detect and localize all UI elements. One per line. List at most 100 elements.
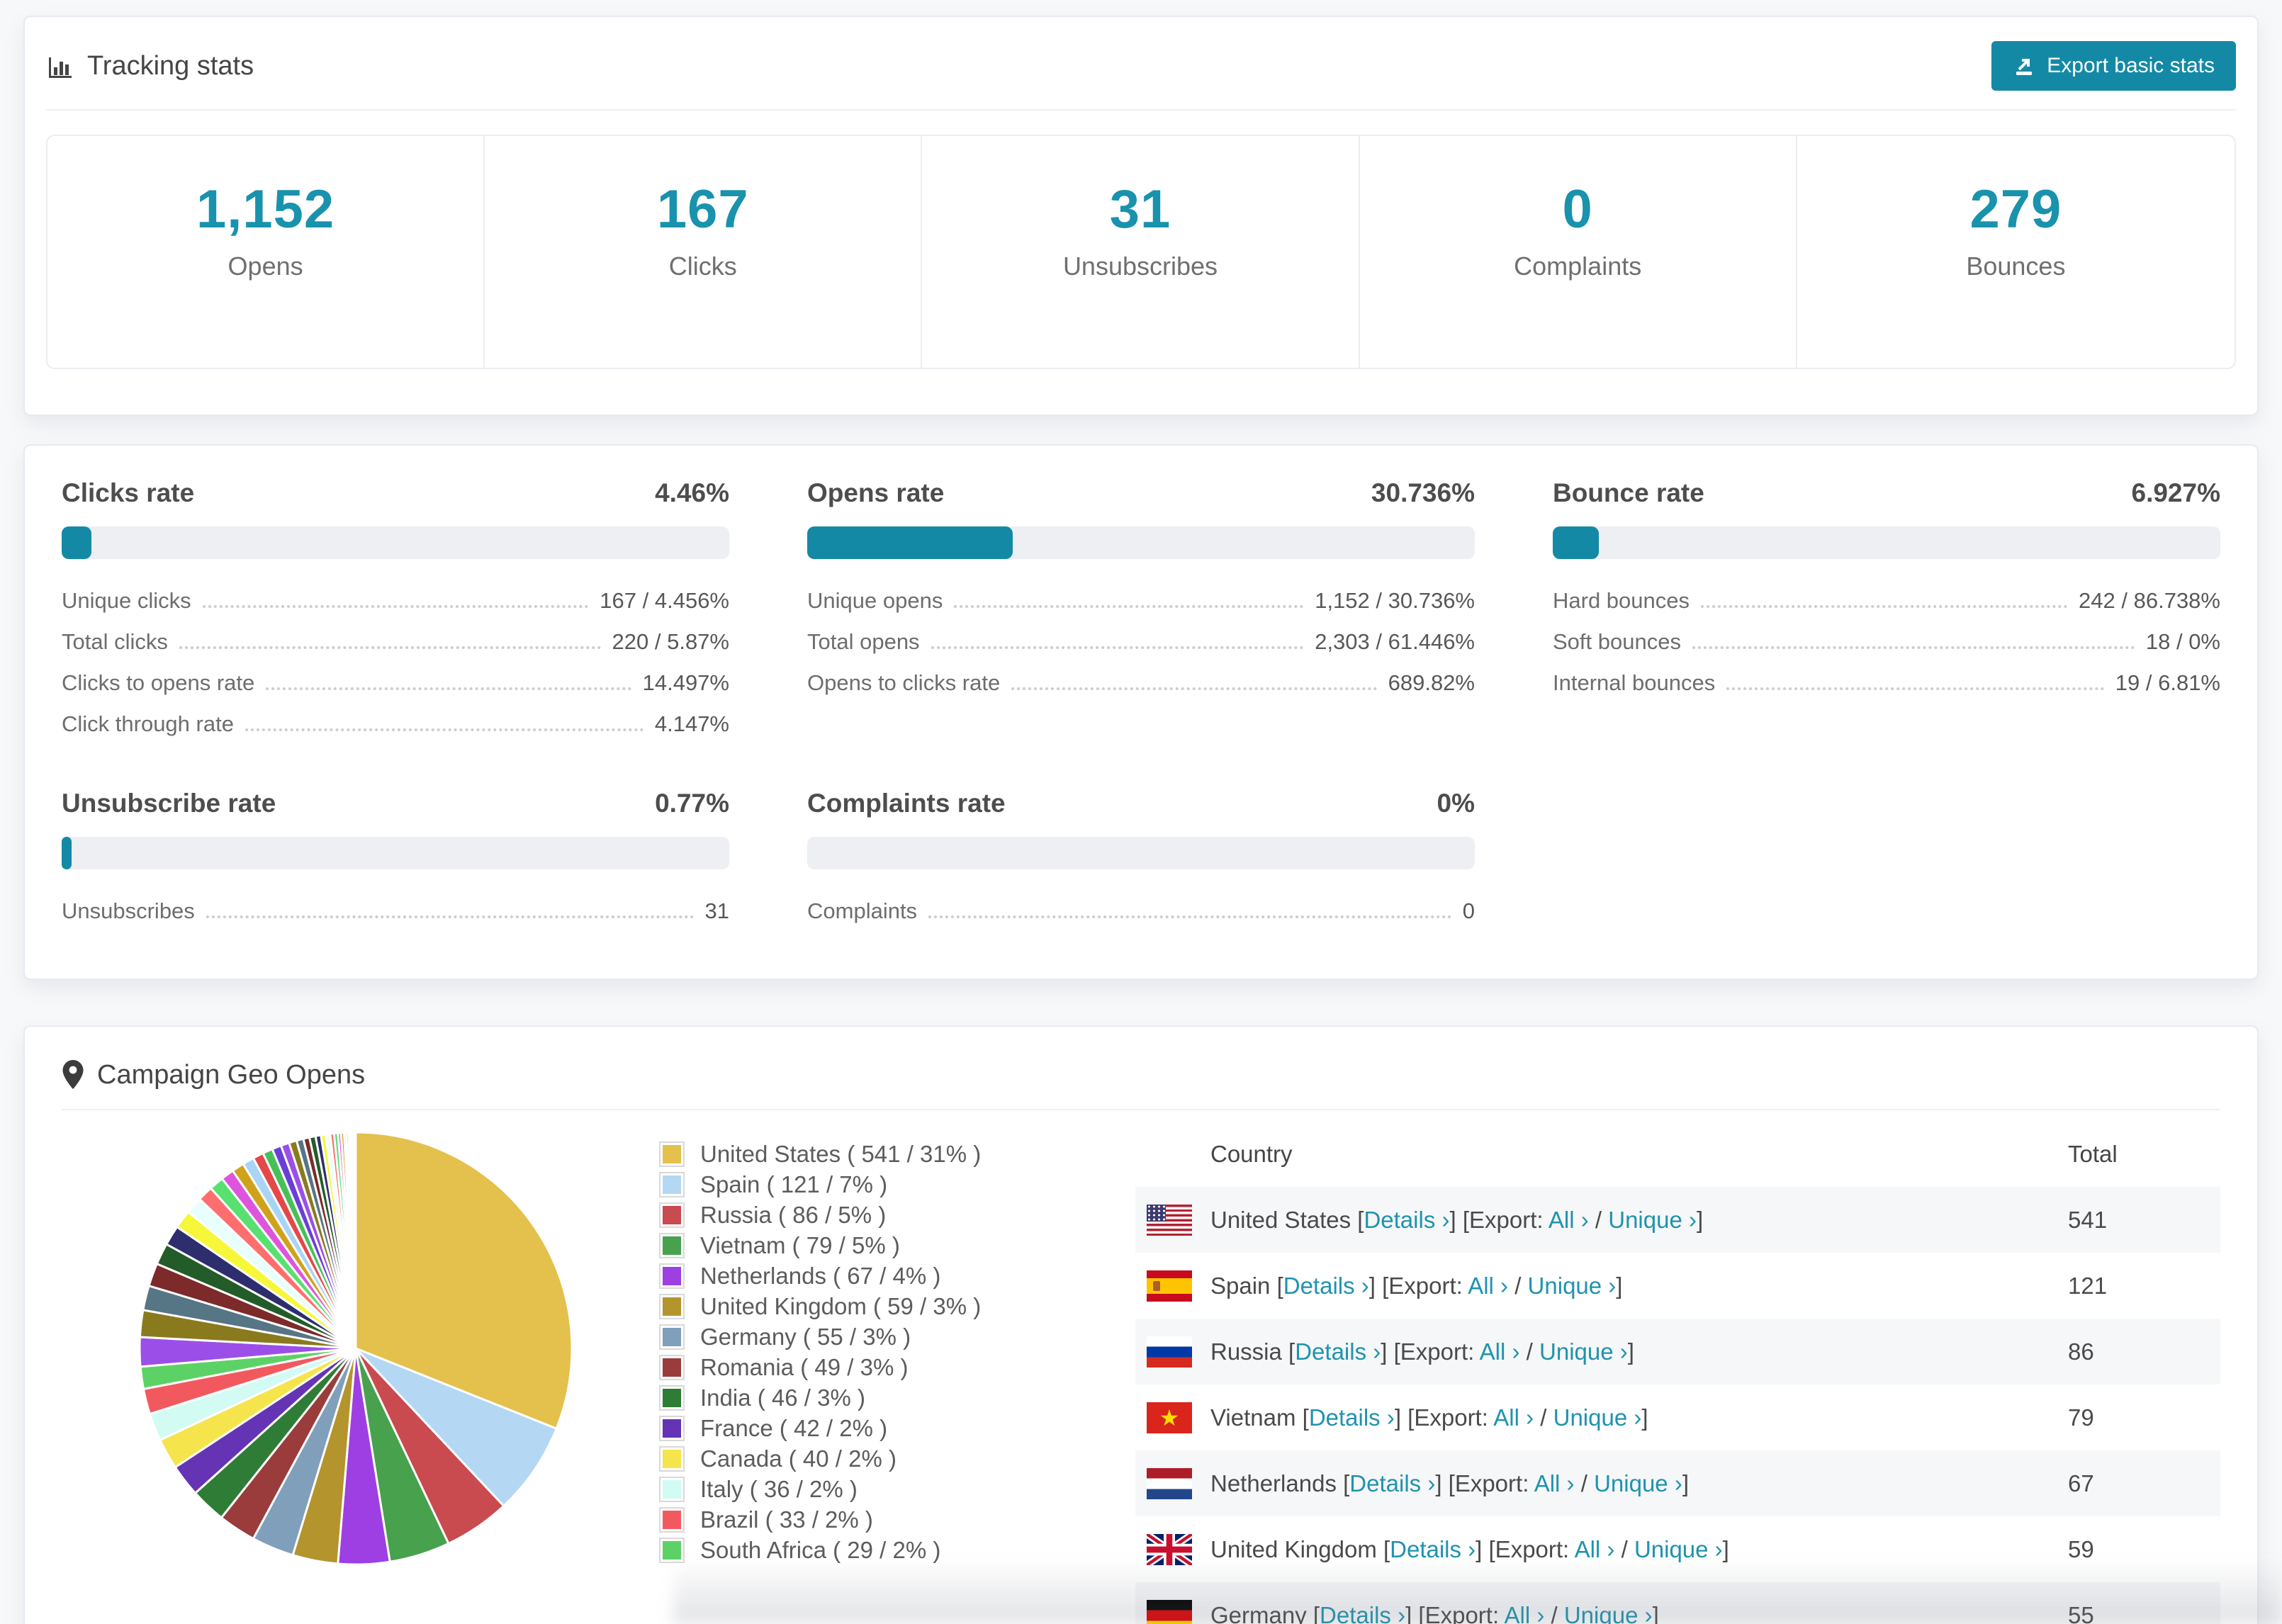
geo-table-header-total: Total — [2068, 1141, 2118, 1167]
geo-table-total-cell: 67 — [2068, 1470, 2094, 1496]
legend-item[interactable]: Germany ( 55 / 3% ) — [659, 1321, 1029, 1352]
rate-progress-fill — [62, 837, 72, 869]
export-icon — [2013, 55, 2035, 77]
legend-label: United States ( 541 / 31% ) — [700, 1140, 982, 1167]
details-link[interactable]: Details › — [1364, 1207, 1449, 1233]
us-flag-icon — [1147, 1204, 1192, 1236]
summary-stat-cell: 279 Bounces — [1797, 136, 2235, 368]
geo-pie-chart[interactable] — [136, 1129, 575, 1568]
stat-label: Complaints — [1514, 252, 1642, 281]
details-link[interactable]: Details › — [1309, 1404, 1395, 1431]
rate-progress-fill — [62, 526, 91, 559]
country-name: Russia [ — [1210, 1338, 1295, 1365]
stat-value: 1,152 — [196, 179, 335, 239]
legend-item[interactable]: Brazil ( 33 / 2% ) — [659, 1504, 1029, 1535]
link-separator: / — [1588, 1206, 1609, 1233]
rate-item: Unsubscribes 31 — [62, 891, 729, 932]
bracket-close: ] — [1652, 1601, 1659, 1624]
export-label: ] [Export: — [1394, 1404, 1494, 1431]
details-link[interactable]: Details › — [1320, 1602, 1405, 1624]
export-label: ] [Export: — [1435, 1470, 1534, 1496]
bracket-close: ] — [1722, 1535, 1729, 1562]
legend-item[interactable]: United Kingdom ( 59 / 3% ) — [659, 1291, 1029, 1321]
dotted-leader — [244, 717, 643, 731]
legend-item[interactable]: Netherlands ( 67 / 4% ) — [659, 1261, 1029, 1291]
geo-table-row: Netherlands [Details ›] [Export: All › /… — [1135, 1450, 2220, 1516]
vn-flag-icon — [1147, 1402, 1192, 1433]
legend-swatch — [659, 1415, 685, 1441]
legend-label: South Africa ( 29 / 2% ) — [700, 1536, 941, 1563]
stat-label: Opens — [227, 252, 303, 281]
export-unique-link[interactable]: Unique › — [1594, 1470, 1682, 1496]
geo-content: United States ( 541 / 31% ) Spain ( 121 /… — [62, 1122, 2220, 1624]
legend-item[interactable]: South Africa ( 29 / 2% ) — [659, 1535, 1029, 1565]
link-separator: / — [1534, 1404, 1553, 1431]
export-all-link[interactable]: All › — [1575, 1536, 1615, 1562]
legend-item[interactable]: Romania ( 49 / 3% ) — [659, 1352, 1029, 1382]
legend-item[interactable]: Spain ( 121 / 7% ) — [659, 1169, 1029, 1200]
link-separator: / — [1508, 1272, 1528, 1299]
pie-slice[interactable] — [354, 1131, 357, 1350]
rate-item: Total opens 2,303 / 61.446% — [807, 621, 1475, 662]
legend-label: Russia ( 86 / 5% ) — [700, 1201, 887, 1228]
country-name: Vietnam [ — [1210, 1404, 1309, 1431]
export-unique-link[interactable]: Unique › — [1608, 1207, 1697, 1233]
summary-stat-cell: 1,152 Opens — [47, 136, 485, 368]
geo-table-row: Russia [Details ›] [Export: All › / Uniq… — [1135, 1319, 2220, 1385]
legend-item[interactable]: Canada ( 40 / 2% ) — [659, 1443, 1029, 1474]
stat-label: Bounces — [1966, 252, 2066, 281]
rate-block-unsubscribe-rate: Unsubscribe rate 0.77% Unsubscribes 31 — [62, 789, 729, 932]
export-all-link[interactable]: All › — [1504, 1602, 1544, 1624]
rate-item: Unique opens 1,152 / 30.736% — [807, 580, 1475, 621]
export-unique-link[interactable]: Unique › — [1564, 1602, 1653, 1624]
rate-progress-track — [62, 837, 729, 869]
legend-label: Netherlands ( 67 / 4% ) — [700, 1262, 941, 1289]
legend-item[interactable]: Russia ( 86 / 5% ) — [659, 1200, 1029, 1230]
export-unique-link[interactable]: Unique › — [1528, 1273, 1617, 1299]
export-all-link[interactable]: All › — [1480, 1338, 1520, 1365]
details-link[interactable]: Details › — [1390, 1536, 1476, 1562]
legend-item[interactable]: Vietnam ( 79 / 5% ) — [659, 1230, 1029, 1261]
rate-item-value: 4.147% — [654, 711, 729, 736]
rate-item-value: 1,152 / 30.736% — [1315, 588, 1475, 613]
rate-block-header: Clicks rate 4.46% — [62, 478, 729, 508]
export-all-link[interactable]: All › — [1534, 1470, 1575, 1496]
export-unique-link[interactable]: Unique › — [1634, 1536, 1723, 1562]
legend-item[interactable]: France ( 42 / 2% ) — [659, 1413, 1029, 1443]
rate-block-complaints-rate: Complaints rate 0% Complaints 0 — [807, 789, 1475, 932]
rate-item-value: 689.82% — [1388, 670, 1475, 695]
rate-value: 0.77% — [655, 789, 729, 818]
bracket-close: ] — [1616, 1272, 1623, 1299]
geo-opens-card: Campaign Geo Opens United States ( 541 /… — [23, 1025, 2259, 1624]
details-link[interactable]: Details › — [1349, 1470, 1435, 1496]
rates-grid: Clicks rate 4.46% Unique clicks 167 / 4.456… — [62, 478, 2220, 932]
stat-value: 0 — [1562, 179, 1593, 239]
legend-label: Spain ( 121 / 7% ) — [700, 1171, 888, 1197]
rate-item-label: Clicks to opens rate — [62, 670, 255, 695]
rate-item: Hard bounces 242 / 86.738% — [1553, 580, 2220, 621]
export-unique-link[interactable]: Unique › — [1539, 1338, 1628, 1365]
details-link[interactable]: Details › — [1283, 1273, 1369, 1299]
export-all-link[interactable]: All › — [1548, 1207, 1589, 1233]
header-divider — [46, 109, 2236, 111]
export-all-link[interactable]: All › — [1493, 1404, 1534, 1431]
details-link[interactable]: Details › — [1295, 1338, 1381, 1365]
rate-item-label: Unique opens — [807, 588, 943, 613]
export-label: ] [Export: — [1405, 1601, 1505, 1624]
rate-item-label: Total opens — [807, 629, 920, 654]
geo-table-total-cell: 121 — [2068, 1272, 2108, 1299]
rate-item-label: Opens to clicks rate — [807, 670, 1001, 695]
geo-table: Country Total United States [Details ›] … — [1135, 1122, 2220, 1624]
geo-table-total-cell: 541 — [2068, 1206, 2108, 1233]
export-basic-stats-button[interactable]: Export basic stats — [1991, 41, 2236, 91]
legend-item[interactable]: Italy ( 36 / 2% ) — [659, 1474, 1029, 1504]
rate-block-opens-rate: Opens rate 30.736% Unique opens 1,152 / 30.… — [807, 478, 1475, 745]
dotted-leader — [206, 904, 694, 918]
link-separator: / — [1614, 1535, 1634, 1562]
legend-item[interactable]: United States ( 541 / 31% ) — [659, 1139, 1029, 1169]
page-title: Tracking stats — [87, 50, 254, 81]
stat-value: 279 — [1969, 179, 2062, 239]
legend-item[interactable]: India ( 46 / 3% ) — [659, 1382, 1029, 1413]
export-all-link[interactable]: All › — [1468, 1273, 1508, 1299]
export-unique-link[interactable]: Unique › — [1553, 1404, 1642, 1431]
